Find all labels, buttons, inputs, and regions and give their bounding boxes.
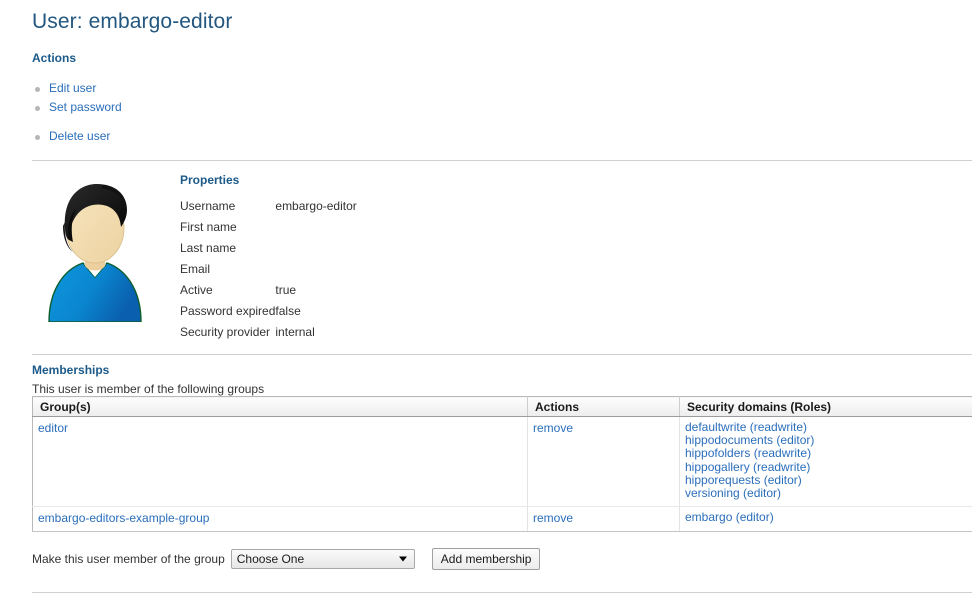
property-label-password-expired: Password expired: [180, 303, 276, 318]
user-avatar-icon: [43, 176, 147, 323]
divider-bottom: [32, 592, 972, 593]
security-domain-item: versioning (editor): [685, 486, 972, 500]
property-label-email: Email: [180, 261, 211, 276]
property-value-last-name: [275, 237, 356, 258]
remove-membership-link[interactable]: remove: [533, 511, 573, 525]
property-value-email: [275, 258, 356, 279]
set-password-link[interactable]: Set password: [49, 100, 122, 114]
column-header-groups: Group(s): [32, 396, 528, 417]
security-domain-link-defaultwrite[interactable]: defaultwrite (readwrite): [685, 420, 807, 434]
cell-group-name: editor: [32, 416, 528, 508]
group-select[interactable]: Choose One: [230, 549, 415, 569]
table-header-row: Group(s) Actions Security domains (Roles…: [32, 396, 972, 417]
property-value-password-expired: false: [275, 303, 301, 318]
cell-actions: remove: [527, 416, 680, 508]
property-label-active: Active: [180, 282, 213, 297]
property-row: Active true: [180, 279, 357, 300]
group-link-editor[interactable]: editor: [38, 421, 68, 435]
properties-table: Username embargo-editor First name Last …: [180, 195, 357, 342]
edit-user-link[interactable]: Edit user: [49, 81, 96, 95]
action-item-edit-user[interactable]: Edit user: [32, 79, 332, 98]
memberships-table: Group(s) Actions Security domains (Roles…: [32, 396, 972, 533]
cell-security-domains: embargo (editor): [679, 506, 972, 533]
bullet-dot-icon: [35, 135, 40, 140]
cell-security-domains: defaultwrite (readwrite) hippodocuments …: [679, 416, 972, 508]
cell-actions: remove: [527, 506, 680, 533]
property-row: Email: [180, 258, 357, 279]
property-row: Username embargo-editor: [180, 195, 357, 216]
actions-list: Edit user Set password Delete user: [32, 79, 332, 146]
delete-user-link[interactable]: Delete user: [49, 129, 110, 143]
property-row: Password expired false: [180, 300, 357, 321]
property-value-active: true: [275, 282, 297, 297]
memberships-subtitle: This user is member of the following gro…: [32, 382, 265, 396]
action-item-set-password[interactable]: Set password: [32, 98, 332, 117]
security-domain-item: embargo (editor): [685, 511, 972, 524]
property-label-last-name: Last name: [180, 240, 237, 255]
chevron-down-icon: [398, 556, 407, 562]
property-label-security-provider: Security provider: [180, 324, 271, 339]
table-row: embargo-editors-example-group remove emb…: [32, 506, 972, 533]
property-value-username: embargo-editor: [275, 198, 357, 213]
bullet-dot-icon: [35, 87, 40, 92]
bullet-dot-icon: [35, 106, 40, 111]
add-membership-label: Make this user member of the group: [32, 552, 225, 566]
add-membership-form: Make this user member of the group Choos…: [32, 548, 541, 570]
security-domain-link-embargo[interactable]: embargo (editor): [685, 510, 774, 524]
property-row: Last name: [180, 237, 357, 258]
security-domain-link-hippofolders[interactable]: hippofolders (readwrite): [685, 446, 811, 460]
property-value-first-name: [275, 216, 356, 237]
action-item-delete-user[interactable]: Delete user: [32, 127, 332, 146]
security-domain-link-hipporequests[interactable]: hipporequests (editor): [685, 473, 802, 487]
property-row: Security provider internal: [180, 321, 357, 342]
security-domain-link-hippodocuments[interactable]: hippodocuments (editor): [685, 433, 814, 447]
security-domain-link-versioning[interactable]: versioning (editor): [685, 486, 781, 500]
group-select-value: Choose One: [236, 552, 305, 566]
property-label-first-name: First name: [180, 219, 237, 234]
actions-heading: Actions: [32, 51, 77, 65]
column-header-security-domains: Security domains (Roles): [679, 396, 972, 417]
property-label-username: Username: [180, 198, 236, 213]
add-membership-button[interactable]: Add membership: [431, 548, 541, 570]
property-value-security-provider: internal: [275, 324, 315, 339]
remove-membership-link[interactable]: remove: [533, 421, 573, 435]
security-domain-link-hippogallery[interactable]: hippogallery (readwrite): [685, 460, 810, 474]
column-header-actions: Actions: [527, 396, 680, 417]
cell-group-name: embargo-editors-example-group: [32, 506, 528, 533]
page-title: User: embargo-editor: [32, 10, 233, 33]
divider-top: [32, 160, 972, 161]
property-row: First name: [180, 216, 357, 237]
table-row: editor remove defaultwrite (readwrite) h…: [32, 416, 972, 508]
divider-middle: [32, 354, 972, 355]
user-detail-page: User: embargo-editor Actions Edit user S…: [0, 0, 972, 606]
memberships-heading: Memberships: [32, 363, 110, 377]
group-link-embargo-editors-example-group[interactable]: embargo-editors-example-group: [38, 511, 209, 525]
properties-heading: Properties: [180, 173, 240, 187]
